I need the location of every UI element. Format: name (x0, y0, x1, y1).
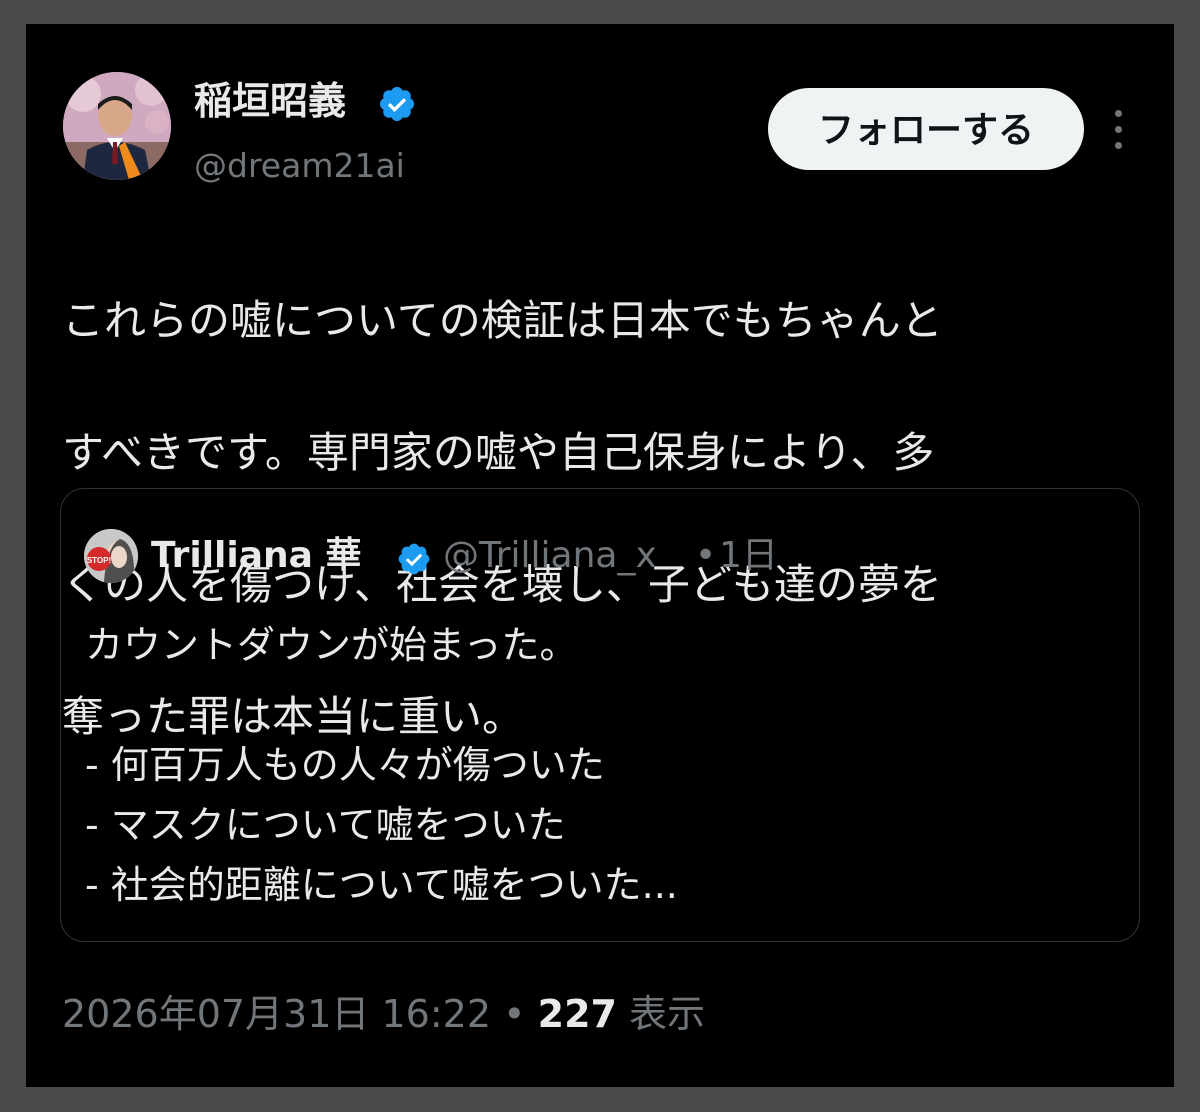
quoted-tweet[interactable]: STOP! Trilliana 華 @Trilliana_x • 1日 カウント… (60, 488, 1140, 942)
author-name[interactable]: 稲垣昭義 (194, 76, 346, 126)
quote-body-line: カウントダウンが始まった。 (85, 623, 578, 667)
quote-timestamp[interactable]: 1日 (719, 531, 778, 581)
quote-author-name[interactable]: Trilliana 華 (151, 531, 361, 581)
more-vertical-icon[interactable] (1108, 108, 1128, 152)
quote-author-avatar[interactable]: STOP! (84, 529, 138, 583)
quote-body-line: - 社会的距離について嘘をついた... (85, 863, 678, 907)
quote-body: カウントダウンが始まった。 - 何百万人もの人々が傷ついた - マスクについて嘘… (85, 615, 1115, 915)
follow-button[interactable]: フォローする (768, 88, 1084, 170)
tweet-body-line: これらの嘘についての検証は日本でもちゃんと (62, 296, 943, 345)
quote-author-handle[interactable]: @Trilliana_x (443, 531, 657, 581)
author-handle[interactable]: @dream21ai (194, 144, 405, 188)
quote-body-line: - 何百万人もの人々が傷ついた (85, 743, 605, 787)
quote-separator: • (695, 535, 717, 576)
tweet-meta: 2026年07月31日 16:22 • 227 表示 (62, 986, 705, 1042)
view-label: 表示 (629, 992, 706, 1036)
tweet-body-line: すべきです。専門家の嘘や自己保身により、多 (62, 428, 935, 477)
verified-badge-icon (379, 86, 415, 122)
quote-body-line (85, 675, 1115, 735)
view-count: 227 (537, 992, 617, 1036)
quote-body-line: - マスクについて嘘をついた (85, 803, 566, 847)
meta-separator: • (503, 992, 526, 1036)
tweet-timestamp[interactable]: 2026年07月31日 16:22 (62, 992, 491, 1036)
verified-badge-icon (398, 543, 430, 575)
stop-sign-text: STOP! (87, 556, 111, 565)
author-avatar[interactable] (63, 72, 171, 180)
tweet-card: 稲垣昭義 @dream21ai フォローする これらの嘘についての検証は日本でも… (26, 24, 1174, 1087)
